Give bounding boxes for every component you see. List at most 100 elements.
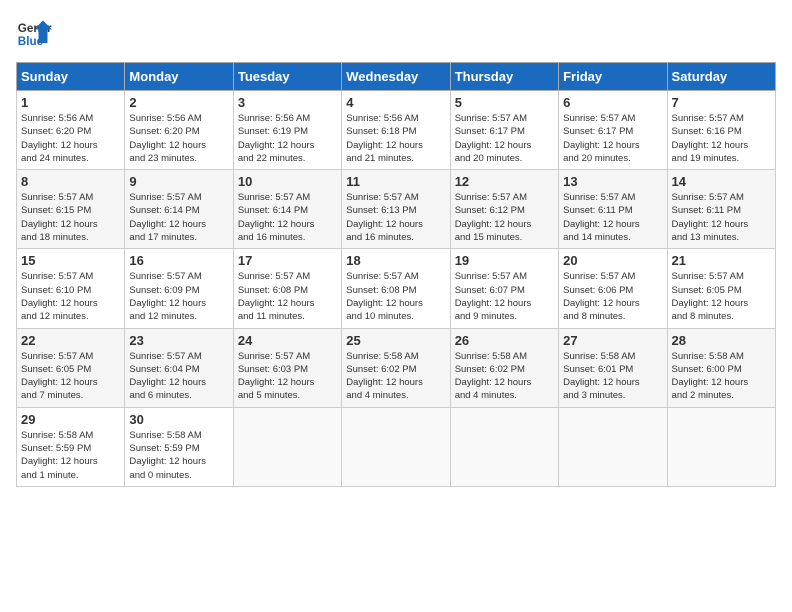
calendar-day-cell: 8Sunrise: 5:57 AM Sunset: 6:15 PM Daylig… [17, 170, 125, 249]
day-number: 6 [563, 95, 662, 110]
day-of-week-header: Saturday [667, 63, 775, 91]
day-info: Sunrise: 5:57 AM Sunset: 6:04 PM Dayligh… [129, 350, 228, 403]
day-of-week-header: Tuesday [233, 63, 341, 91]
calendar-day-cell: 3Sunrise: 5:56 AM Sunset: 6:19 PM Daylig… [233, 91, 341, 170]
day-number: 25 [346, 333, 445, 348]
day-info: Sunrise: 5:57 AM Sunset: 6:17 PM Dayligh… [455, 112, 554, 165]
day-info: Sunrise: 5:57 AM Sunset: 6:17 PM Dayligh… [563, 112, 662, 165]
day-number: 15 [21, 253, 120, 268]
calendar-day-cell: 4Sunrise: 5:56 AM Sunset: 6:18 PM Daylig… [342, 91, 450, 170]
days-of-week-header: SundayMondayTuesdayWednesdayThursdayFrid… [17, 63, 776, 91]
calendar-day-cell: 13 Sunrise: 5:57 AM Sunset: 6:11 PM Dayli… [559, 170, 667, 249]
calendar-day-cell: 12 Sunrise: 5:57 AM Sunset: 6:12 PM Dayli… [450, 170, 558, 249]
day-number: 28 [672, 333, 771, 348]
calendar-day-cell: 10Sunrise: 5:57 AM Sunset: 6:14 PM Dayli… [233, 170, 341, 249]
calendar-table: SundayMondayTuesdayWednesdayThursdayFrid… [16, 62, 776, 487]
day-of-week-header: Friday [559, 63, 667, 91]
day-number: 29 [21, 412, 120, 427]
day-number: 9 [129, 174, 228, 189]
day-number: 26 [455, 333, 554, 348]
day-number: 22 [21, 333, 120, 348]
day-of-week-header: Monday [125, 63, 233, 91]
day-info: Sunrise: 5:57 AM Sunset: 6:08 PM Dayligh… [346, 270, 445, 323]
day-number: 18 [346, 253, 445, 268]
day-number: 30 [129, 412, 228, 427]
calendar-day-cell: 5 Sunrise: 5:57 AM Sunset: 6:17 PM Daylig… [450, 91, 558, 170]
day-of-week-header: Wednesday [342, 63, 450, 91]
day-info: Sunrise: 5:57 AM Sunset: 6:06 PM Dayligh… [563, 270, 662, 323]
day-number: 27 [563, 333, 662, 348]
calendar-day-cell [342, 407, 450, 486]
calendar-day-cell: 7 Sunrise: 5:57 AM Sunset: 6:16 PM Daylig… [667, 91, 775, 170]
calendar-day-cell: 14Sunrise: 5:57 AM Sunset: 6:11 PM Dayli… [667, 170, 775, 249]
day-info: Sunrise: 5:57 AM Sunset: 6:08 PM Dayligh… [238, 270, 337, 323]
calendar-day-cell [233, 407, 341, 486]
calendar-day-cell: 22 Sunrise: 5:57 AM Sunset: 6:05 PM Dayli… [17, 328, 125, 407]
day-number: 20 [563, 253, 662, 268]
day-info: Sunrise: 5:56 AM Sunset: 6:20 PM Dayligh… [21, 112, 120, 165]
day-number: 12 [455, 174, 554, 189]
day-number: 13 [563, 174, 662, 189]
day-number: 1 [21, 95, 120, 110]
calendar-day-cell: 1 Sunrise: 5:56 AM Sunset: 6:20 PM Daylig… [17, 91, 125, 170]
day-info: Sunrise: 5:56 AM Sunset: 6:18 PM Dayligh… [346, 112, 445, 165]
logo-icon: General Blue [16, 16, 52, 52]
day-of-week-header: Sunday [17, 63, 125, 91]
calendar-day-cell: 2 Sunrise: 5:56 AM Sunset: 6:20 PM Daylig… [125, 91, 233, 170]
day-info: Sunrise: 5:58 AM Sunset: 6:02 PM Dayligh… [346, 350, 445, 403]
day-info: Sunrise: 5:57 AM Sunset: 6:05 PM Dayligh… [672, 270, 771, 323]
day-number: 14 [672, 174, 771, 189]
day-number: 21 [672, 253, 771, 268]
calendar-day-cell: 9Sunrise: 5:57 AM Sunset: 6:14 PM Daylig… [125, 170, 233, 249]
calendar-day-cell [559, 407, 667, 486]
day-info: Sunrise: 5:58 AM Sunset: 6:00 PM Dayligh… [672, 350, 771, 403]
day-number: 7 [672, 95, 771, 110]
day-info: Sunrise: 5:57 AM Sunset: 6:15 PM Dayligh… [21, 191, 120, 244]
day-of-week-header: Thursday [450, 63, 558, 91]
calendar-day-cell: 11Sunrise: 5:57 AM Sunset: 6:13 PM Dayli… [342, 170, 450, 249]
calendar-day-cell: 27 Sunrise: 5:58 AM Sunset: 6:01 PM Dayli… [559, 328, 667, 407]
calendar-day-cell: 21 Sunrise: 5:57 AM Sunset: 6:05 PM Dayli… [667, 249, 775, 328]
calendar-day-cell: 28 Sunrise: 5:58 AM Sunset: 6:00 PM Dayli… [667, 328, 775, 407]
day-info: Sunrise: 5:56 AM Sunset: 6:19 PM Dayligh… [238, 112, 337, 165]
calendar-day-cell: 19Sunrise: 5:57 AM Sunset: 6:07 PM Dayli… [450, 249, 558, 328]
calendar-day-cell: 6 Sunrise: 5:57 AM Sunset: 6:17 PM Daylig… [559, 91, 667, 170]
day-number: 23 [129, 333, 228, 348]
calendar-day-cell [450, 407, 558, 486]
calendar-day-cell: 24 Sunrise: 5:57 AM Sunset: 6:03 PM Dayli… [233, 328, 341, 407]
day-info: Sunrise: 5:57 AM Sunset: 6:05 PM Dayligh… [21, 350, 120, 403]
day-info: Sunrise: 5:57 AM Sunset: 6:10 PM Dayligh… [21, 270, 120, 323]
day-number: 17 [238, 253, 337, 268]
day-info: Sunrise: 5:57 AM Sunset: 6:11 PM Dayligh… [563, 191, 662, 244]
calendar-day-cell: 23 Sunrise: 5:57 AM Sunset: 6:04 PM Dayli… [125, 328, 233, 407]
day-number: 2 [129, 95, 228, 110]
calendar-day-cell: 25 Sunrise: 5:58 AM Sunset: 6:02 PM Dayli… [342, 328, 450, 407]
calendar-day-cell: 26 Sunrise: 5:58 AM Sunset: 6:02 PM Dayli… [450, 328, 558, 407]
logo: General Blue [16, 16, 52, 52]
calendar-day-cell: 18 Sunrise: 5:57 AM Sunset: 6:08 PM Dayli… [342, 249, 450, 328]
day-info: Sunrise: 5:57 AM Sunset: 6:16 PM Dayligh… [672, 112, 771, 165]
day-info: Sunrise: 5:57 AM Sunset: 6:09 PM Dayligh… [129, 270, 228, 323]
day-number: 5 [455, 95, 554, 110]
day-info: Sunrise: 5:56 AM Sunset: 6:20 PM Dayligh… [129, 112, 228, 165]
day-number: 24 [238, 333, 337, 348]
calendar-day-cell: 16 Sunrise: 5:57 AM Sunset: 6:09 PM Dayli… [125, 249, 233, 328]
calendar-day-cell: 20 Sunrise: 5:57 AM Sunset: 6:06 PM Dayli… [559, 249, 667, 328]
day-info: Sunrise: 5:57 AM Sunset: 6:03 PM Dayligh… [238, 350, 337, 403]
calendar-day-cell: 17 Sunrise: 5:57 AM Sunset: 6:08 PM Dayli… [233, 249, 341, 328]
day-number: 16 [129, 253, 228, 268]
day-info: Sunrise: 5:57 AM Sunset: 6:12 PM Dayligh… [455, 191, 554, 244]
calendar-week-row: 1 Sunrise: 5:56 AM Sunset: 6:20 PM Daylig… [17, 91, 776, 170]
calendar-day-cell [667, 407, 775, 486]
page-header: General Blue [16, 16, 776, 52]
day-info: Sunrise: 5:58 AM Sunset: 6:02 PM Dayligh… [455, 350, 554, 403]
day-info: Sunrise: 5:58 AM Sunset: 6:01 PM Dayligh… [563, 350, 662, 403]
day-number: 11 [346, 174, 445, 189]
day-info: Sunrise: 5:58 AM Sunset: 5:59 PM Dayligh… [21, 429, 120, 482]
calendar-week-row: 8Sunrise: 5:57 AM Sunset: 6:15 PM Daylig… [17, 170, 776, 249]
calendar-body: 1 Sunrise: 5:56 AM Sunset: 6:20 PM Daylig… [17, 91, 776, 487]
calendar-week-row: 15 Sunrise: 5:57 AM Sunset: 6:10 PM Dayli… [17, 249, 776, 328]
calendar-week-row: 22 Sunrise: 5:57 AM Sunset: 6:05 PM Dayli… [17, 328, 776, 407]
day-info: Sunrise: 5:57 AM Sunset: 6:14 PM Dayligh… [238, 191, 337, 244]
calendar-day-cell: 30Sunrise: 5:58 AM Sunset: 5:59 PM Dayli… [125, 407, 233, 486]
